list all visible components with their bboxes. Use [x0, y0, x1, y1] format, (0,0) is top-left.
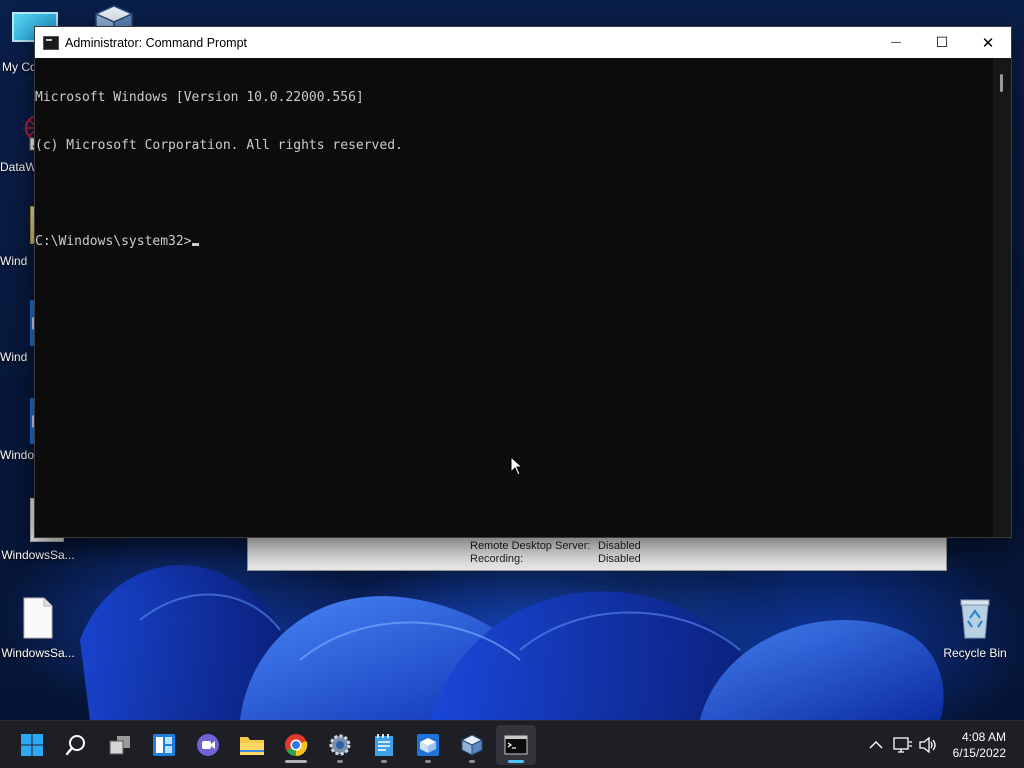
folder-icon — [240, 737, 264, 755]
info-row-recording: Recording: Disabled — [470, 553, 641, 565]
close-icon: ✕ — [981, 34, 995, 52]
terminal-icon — [504, 735, 528, 755]
chrome-icon — [285, 734, 308, 757]
show-hidden-icons-button[interactable] — [866, 735, 886, 755]
network-icon — [893, 737, 912, 753]
mouse-pointer-icon — [510, 456, 524, 476]
desktop-icon-windowssandbox-file-2[interactable]: WindowsSa... — [0, 596, 76, 660]
notepad-button[interactable] — [364, 725, 404, 765]
close-button[interactable]: ✕ — [965, 27, 1011, 58]
window-title: Administrator: Command Prompt — [65, 35, 248, 50]
taskbar: 4:08 AM 6/15/2022 — [0, 720, 1024, 768]
running-indicator — [381, 760, 387, 763]
maximize-button[interactable]: ☐ — [919, 27, 965, 58]
windows-logo-icon — [21, 734, 43, 756]
maximize-icon: ☐ — [935, 34, 949, 50]
window-titlebar[interactable]: Administrator: Command Prompt — ☐ ✕ — [35, 27, 1011, 58]
background-info-window[interactable]: Remote Desktop Server: Disabled Recording… — [247, 535, 947, 571]
recycle-bin-icon — [953, 596, 997, 640]
speaker-icon — [919, 736, 936, 754]
terminal-button[interactable] — [496, 725, 536, 765]
search-icon — [65, 735, 85, 756]
widgets-icon — [153, 734, 175, 756]
running-indicator — [425, 760, 431, 763]
volume-button[interactable] — [918, 735, 938, 755]
cmd-app-icon — [43, 35, 59, 50]
info-row-remote-desktop: Remote Desktop Server: Disabled — [470, 540, 641, 552]
console-line: (c) Microsoft Corporation. All rights re… — [35, 138, 403, 153]
clock-button[interactable]: 4:08 AM 6/15/2022 — [953, 729, 1006, 761]
running-indicator — [337, 760, 343, 763]
minimize-icon: — — [891, 37, 901, 48]
task-view-button[interactable] — [100, 725, 140, 765]
gear-icon — [329, 734, 351, 756]
minimize-button[interactable]: — — [873, 27, 919, 58]
desktop-icon-recycle-bin[interactable]: Recycle Bin — [936, 596, 1014, 660]
file-explorer-button[interactable] — [232, 725, 272, 765]
clock-date: 6/15/2022 — [952, 746, 1006, 760]
chevron-up-icon — [869, 741, 883, 749]
clock-time: 4:08 AM — [961, 730, 1006, 744]
chrome-button[interactable] — [276, 725, 316, 765]
running-indicator — [469, 760, 475, 763]
teams-chat-button[interactable] — [188, 725, 228, 765]
notepad-icon — [375, 734, 393, 756]
scrollbar-thumb[interactable] — [1000, 74, 1003, 92]
text-cursor — [191, 243, 199, 246]
console-prompt-line[interactable]: C:\Windows\system32> — [35, 234, 993, 250]
file-icon — [16, 596, 60, 640]
virtualbox-icon — [460, 734, 484, 756]
console-prompt: C:\Windows\system32> — [35, 234, 192, 249]
teams-icon — [197, 734, 219, 756]
search-button[interactable] — [56, 725, 96, 765]
active-indicator — [508, 760, 524, 763]
widgets-button[interactable] — [144, 725, 184, 765]
sandbox-button[interactable] — [408, 725, 448, 765]
network-button[interactable] — [893, 735, 913, 755]
console-line: Microsoft Windows [Version 10.0.22000.55… — [35, 90, 364, 105]
task-view-icon — [109, 736, 130, 755]
settings-button[interactable] — [320, 725, 360, 765]
virtualbox-button[interactable] — [452, 725, 492, 765]
vertical-scrollbar[interactable] — [993, 58, 1011, 537]
start-button[interactable] — [12, 725, 52, 765]
sandbox-icon — [417, 734, 439, 756]
running-indicator — [285, 760, 307, 763]
